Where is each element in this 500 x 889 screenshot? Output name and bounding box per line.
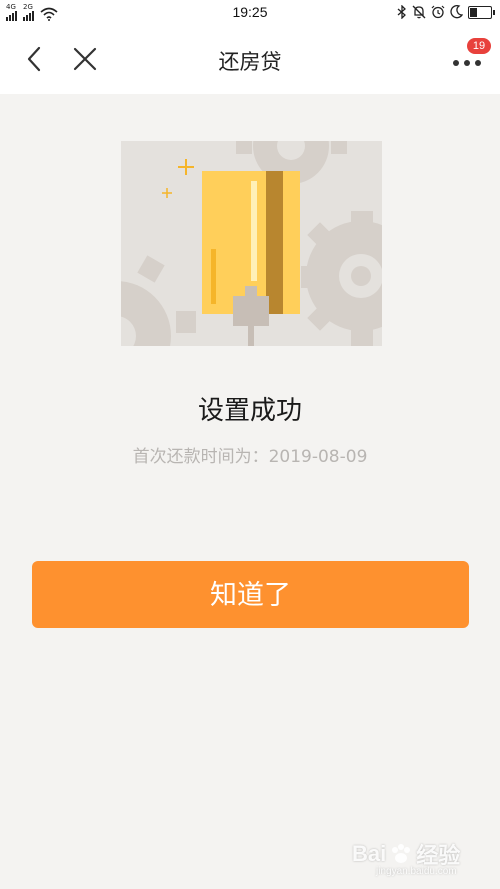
watermark-brand: Bai xyxy=(352,841,387,866)
battery-icon xyxy=(468,5,495,19)
bluetooth-icon xyxy=(397,5,406,19)
card-gear-illustration xyxy=(121,141,382,346)
nav-bar: 还房贷 19 xyxy=(0,26,500,94)
page-title: 还房贷 xyxy=(218,50,282,74)
success-title: 设置成功 xyxy=(197,396,302,426)
status-right xyxy=(397,5,495,19)
first-repayment-date: 首次还款时间为：2019-08-09 xyxy=(132,447,368,467)
got-it-button[interactable]: 知道了 xyxy=(32,561,469,628)
moon-icon xyxy=(450,5,463,19)
mute-icon xyxy=(412,5,426,19)
status-bar: 4G 2G 19:25 xyxy=(0,0,500,26)
notification-badge: 19 xyxy=(467,38,491,54)
watermark-url: jingyan.baidu.com xyxy=(376,866,457,877)
alarm-icon xyxy=(431,5,445,19)
paw-icon xyxy=(392,844,411,863)
